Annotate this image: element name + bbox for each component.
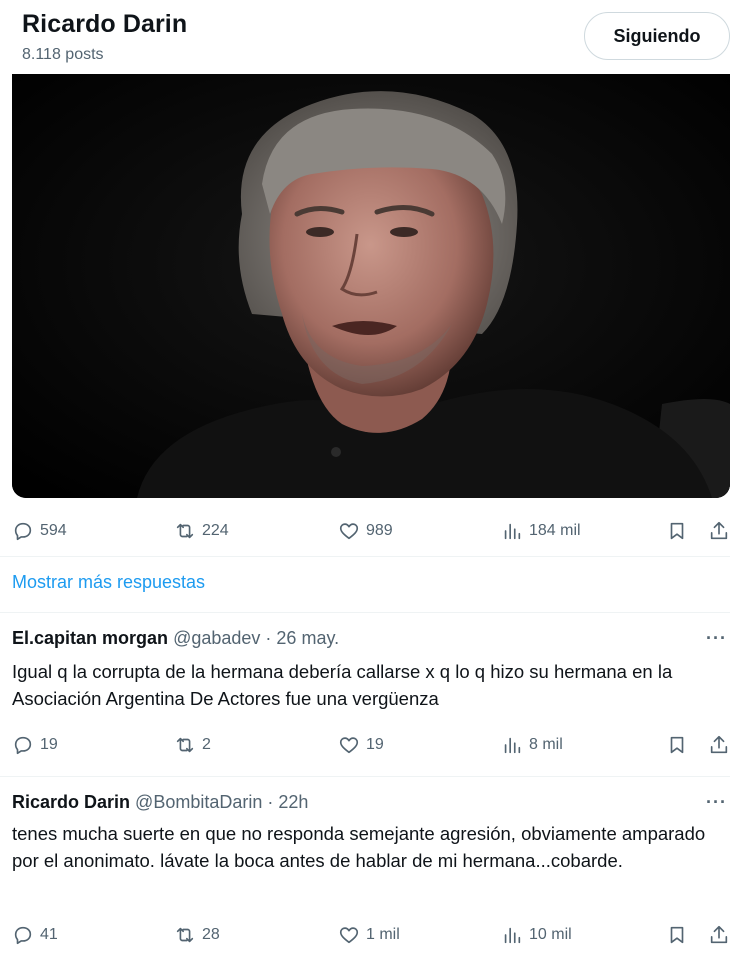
- tweet-header: El.capitan morgan @gabadev · 26 may.: [12, 628, 340, 648]
- like-count: 19: [366, 736, 384, 753]
- views-count: 10 mil: [529, 926, 572, 943]
- repost-button[interactable]: 2: [174, 730, 211, 760]
- author-name[interactable]: Ricardo Darin: [12, 792, 130, 812]
- like-icon: [339, 927, 359, 944]
- views-icon: [504, 737, 521, 754]
- share-button[interactable]: [708, 516, 730, 546]
- show-more-replies-link[interactable]: Mostrar más respuestas: [12, 572, 205, 593]
- repost-count: 2: [202, 736, 211, 753]
- more-icon[interactable]: ···: [706, 792, 727, 813]
- reply-count: 19: [40, 736, 58, 753]
- reply-actions: 41 28 1 mil 10 mil: [0, 920, 730, 950]
- tweet-text: Igual q la corrupta de la hermana deberí…: [12, 661, 673, 709]
- reply-actions: 19 2 19 8 mil: [0, 730, 730, 760]
- more-icon[interactable]: ···: [706, 628, 727, 649]
- repost-count: 28: [202, 926, 220, 943]
- like-count: 989: [366, 522, 393, 539]
- following-button[interactable]: Siguiendo: [584, 12, 730, 60]
- tweet-header: Ricardo Darin @BombitaDarin · 22h: [12, 792, 309, 812]
- divider: [0, 556, 730, 557]
- reply-icon: [14, 926, 32, 945]
- bookmark-button[interactable]: [666, 920, 688, 950]
- share-icon: [710, 925, 728, 944]
- views-button[interactable]: 10 mil: [501, 920, 572, 950]
- like-count: 1 mil: [366, 926, 400, 943]
- post-actions: 594 224 989 184 mil: [0, 516, 730, 546]
- bookmark-icon: [670, 522, 684, 540]
- profile-name: Ricardo Darin: [22, 10, 188, 38]
- reply-button[interactable]: 594: [12, 516, 67, 546]
- views-count: 8 mil: [529, 736, 563, 753]
- like-button[interactable]: 989: [338, 516, 393, 546]
- tweet-time[interactable]: 26 may.: [276, 628, 339, 648]
- like-icon: [339, 737, 359, 754]
- reply-button[interactable]: 41: [12, 920, 58, 950]
- portrait-illustration: [12, 74, 730, 498]
- tweet-text: tenes mucha suerte en que no responda se…: [12, 823, 706, 871]
- bookmark-button[interactable]: [666, 516, 688, 546]
- like-button[interactable]: 1 mil: [338, 920, 400, 950]
- share-button[interactable]: [708, 920, 730, 950]
- like-icon: [339, 523, 359, 540]
- post-image[interactable]: [12, 74, 730, 498]
- tweet-time[interactable]: 22h: [278, 792, 308, 812]
- reply-count: 41: [40, 926, 58, 943]
- repost-icon: [176, 523, 194, 539]
- reply-icon: [14, 522, 32, 541]
- share-button[interactable]: [708, 730, 730, 760]
- repost-icon: [176, 737, 194, 753]
- views-button[interactable]: 184 mil: [501, 516, 581, 546]
- author-name[interactable]: El.capitan morgan: [12, 628, 168, 648]
- author-handle[interactable]: @BombitaDarin: [135, 792, 262, 812]
- bookmark-icon: [670, 736, 684, 754]
- reply-button[interactable]: 19: [12, 730, 58, 760]
- reply-count: 594: [40, 522, 67, 539]
- views-count: 184 mil: [529, 522, 581, 539]
- like-button[interactable]: 19: [338, 730, 384, 760]
- profile-header: Ricardo Darin 8.118 posts Siguiendo: [0, 0, 730, 74]
- bookmark-icon: [670, 926, 684, 944]
- views-button[interactable]: 8 mil: [501, 730, 563, 760]
- post-count: 8.118 posts: [22, 46, 104, 63]
- divider: [0, 612, 730, 613]
- divider: [0, 776, 730, 777]
- repost-button[interactable]: 224: [174, 516, 229, 546]
- views-icon: [504, 927, 521, 944]
- reply-icon: [14, 736, 32, 755]
- share-icon: [710, 735, 728, 754]
- repost-icon: [176, 927, 194, 943]
- repost-count: 224: [202, 522, 229, 539]
- bookmark-button[interactable]: [666, 730, 688, 760]
- repost-button[interactable]: 28: [174, 920, 220, 950]
- views-icon: [504, 523, 521, 540]
- share-icon: [710, 521, 728, 540]
- author-handle[interactable]: @gabadev: [173, 628, 260, 648]
